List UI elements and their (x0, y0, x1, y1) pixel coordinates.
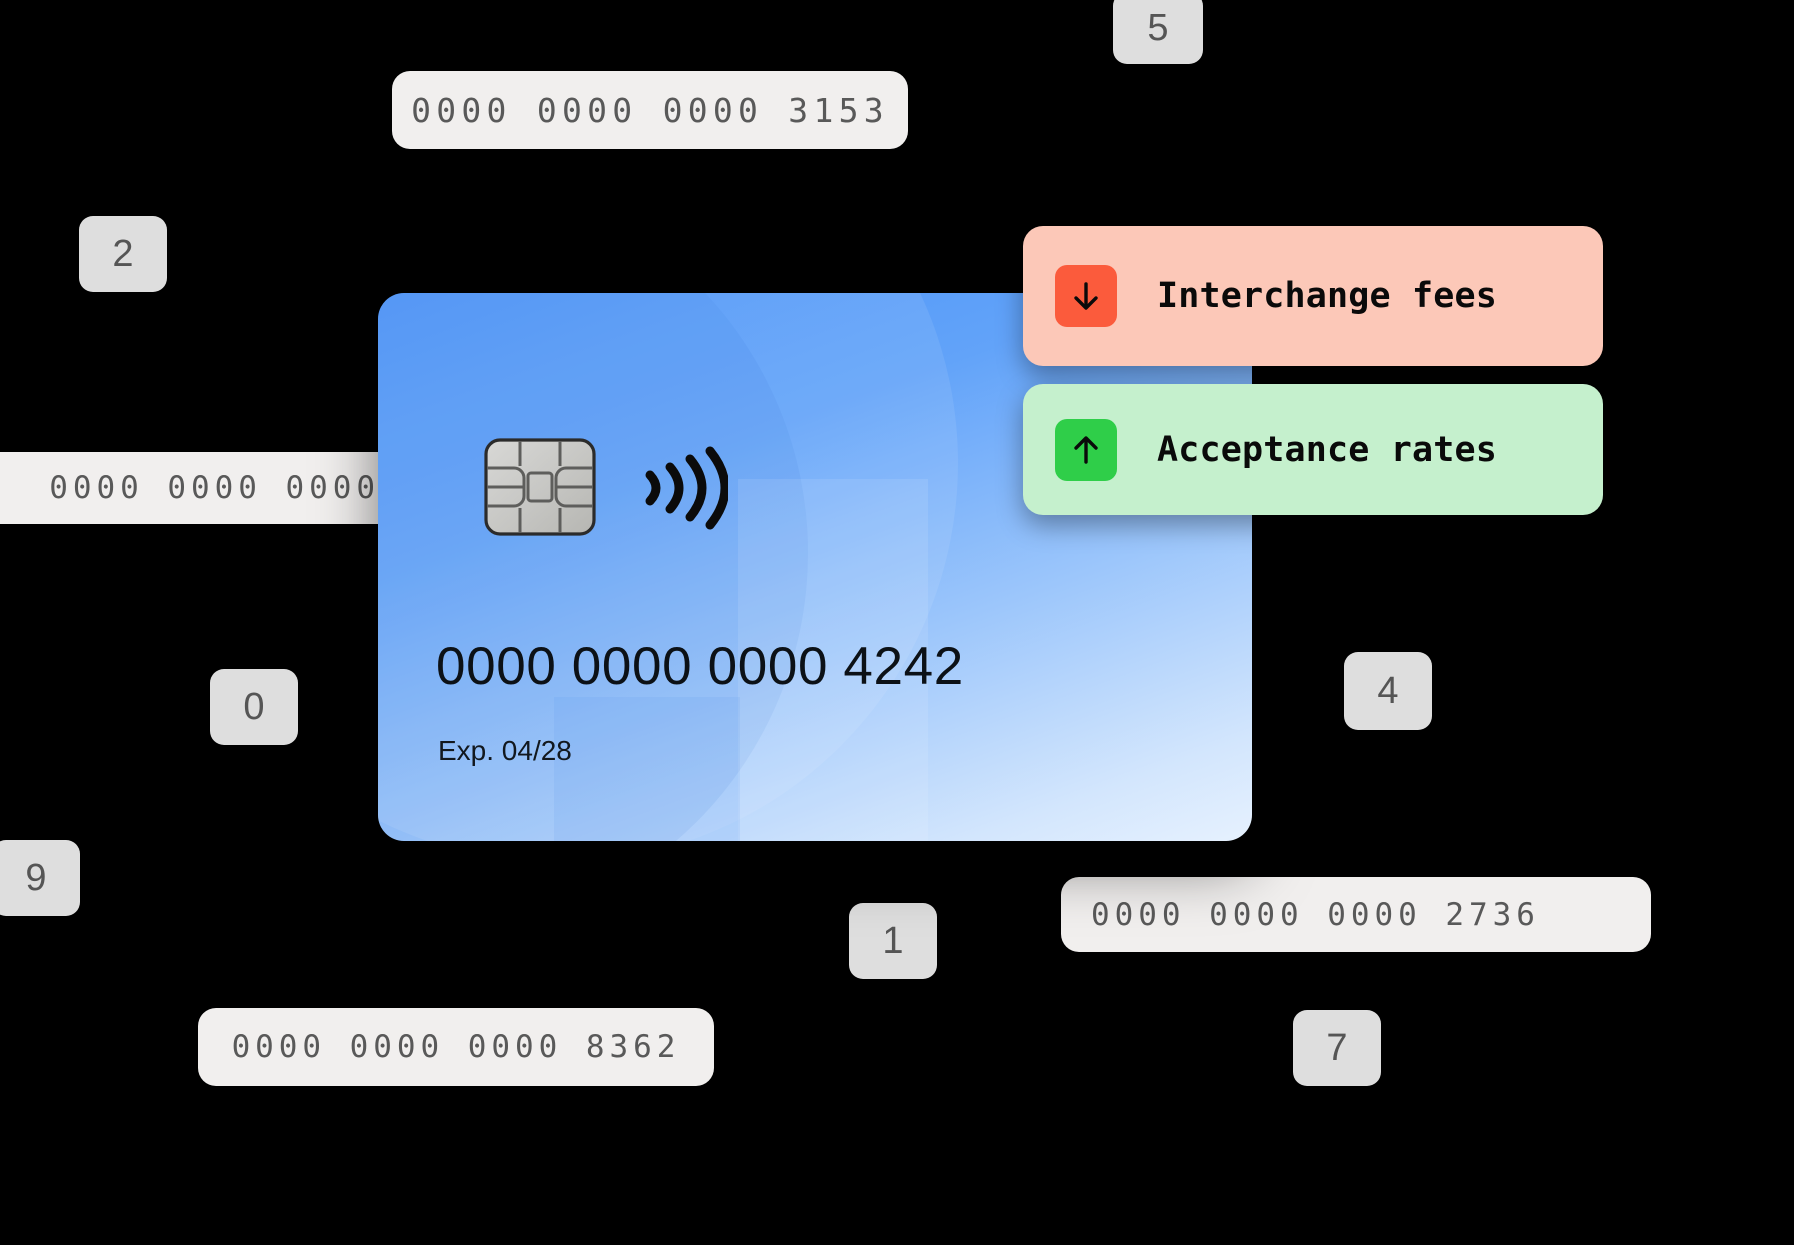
digit-tile-value: 4 (1377, 669, 1399, 712)
digit-tile-value: 1 (882, 919, 904, 962)
card-number-pill-text: 0000 0000 0000 (49, 470, 380, 506)
badge-acceptance-rates[interactable]: Acceptance rates (1023, 384, 1603, 515)
digit-tile-2: 2 (79, 216, 167, 292)
digit-tile-value: 9 (25, 856, 47, 899)
digit-tile-value: 0 (243, 685, 265, 728)
digit-tile-9: 9 (0, 840, 80, 916)
card-number-pill-text: 0000 0000 0000 2736 (1091, 896, 1540, 933)
arrow-down-icon (1055, 265, 1117, 327)
contactless-wave-icon (636, 443, 730, 533)
badge-interchange-fees[interactable]: Interchange fees (1023, 226, 1603, 366)
card-number-pill-bottom-right: 0000 0000 0000 2736 (1061, 877, 1651, 952)
badge-label: Acceptance rates (1157, 429, 1497, 470)
digit-tile-7: 7 (1293, 1010, 1381, 1086)
credit-card: 0000 0000 0000 4242 Exp. 04/28 (378, 293, 1252, 841)
digit-tile-4: 4 (1344, 652, 1432, 730)
card-number-pill-text: 0000 0000 0000 8362 (231, 1029, 681, 1065)
card-decoration-rect-b (554, 697, 740, 841)
digit-tile-value: 5 (1147, 6, 1169, 49)
card-number-pill-bottom-left: 0000 0000 0000 8362 (198, 1008, 714, 1086)
card-number: 0000 0000 0000 4242 (436, 637, 964, 696)
digit-tile-value: 2 (112, 232, 134, 275)
digit-tile-1: 1 (849, 903, 937, 979)
emv-chip-icon (484, 438, 596, 536)
card-expiry: Exp. 04/28 (438, 735, 572, 766)
digit-tile-5: 5 (1113, 0, 1203, 64)
card-number-pill-top: 0000 0000 0000 3153 (392, 71, 908, 149)
digit-tile-value: 7 (1326, 1026, 1348, 1069)
digit-tile-0: 0 (210, 669, 298, 745)
card-number-pill-text: 0000 0000 0000 3153 (411, 90, 889, 130)
arrow-up-icon (1055, 418, 1117, 481)
illustration-canvas: 0000 0000 0000 3153 0000 0000 0000 0000 … (0, 0, 1794, 1245)
card-number-pill-left: 0000 0000 0000 (0, 452, 402, 524)
badge-label: Interchange fees (1157, 276, 1497, 316)
